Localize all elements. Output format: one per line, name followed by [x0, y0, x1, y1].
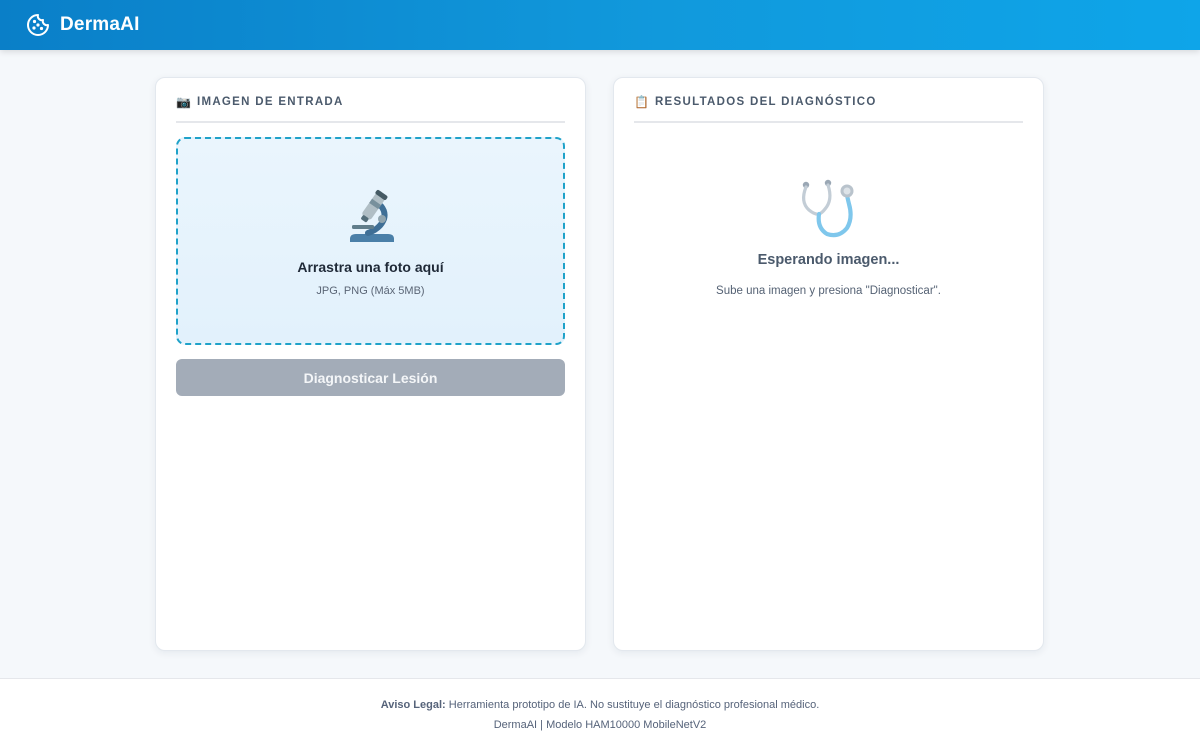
results-panel: 📋 RESULTADOS DEL DIAGNÓSTICO Esperando i…: [613, 77, 1044, 651]
input-panel: 📷 IMAGEN DE ENTRADA Arrastra una foto aq…: [155, 77, 586, 651]
footer: Aviso Legal: Herramienta prototipo de IA…: [0, 678, 1200, 750]
microscope-icon: [349, 189, 394, 242]
footer-disclaimer: Aviso Legal: Herramienta prototipo de IA…: [0, 699, 1200, 711]
disclaimer-text: Herramienta prototipo de IA. No sustituy…: [445, 699, 820, 711]
navbar: DermaAI: [0, 0, 1200, 50]
results-panel-header: 📋 RESULTADOS DEL DIAGNÓSTICO: [634, 78, 1023, 123]
results-empty-state: Esperando imagen... Sube una imagen y pr…: [634, 123, 1023, 297]
brand-name: DermaAI: [60, 14, 140, 35]
dropzone-title: Arrastra una foto aquí: [297, 259, 444, 275]
cookie-icon: [27, 14, 49, 36]
empty-state-subtitle: Sube una imagen y presiona "Diagnosticar…: [716, 285, 941, 297]
disclaimer-label: Aviso Legal:: [380, 699, 446, 711]
stethoscope-icon: [801, 179, 853, 238]
input-panel-header: 📷 IMAGEN DE ENTRADA: [176, 78, 565, 123]
clipboard-icon: 📋: [634, 94, 649, 109]
camera-icon: 📷: [176, 94, 191, 109]
empty-state-title: Esperando imagen...: [757, 252, 900, 268]
image-dropzone[interactable]: Arrastra una foto aquí JPG, PNG (Máx 5MB…: [176, 137, 565, 345]
input-panel-title: IMAGEN DE ENTRADA: [196, 95, 344, 108]
footer-credits: DermaAI | Modelo HAM10000 MobileNetV2: [493, 719, 707, 731]
dropzone-subtitle: JPG, PNG (Máx 5MB): [316, 285, 425, 297]
diagnose-button[interactable]: Diagnosticar Lesión: [176, 359, 565, 396]
brand-link[interactable]: DermaAI: [26, 13, 140, 37]
results-panel-title: RESULTADOS DEL DIAGNÓSTICO: [654, 95, 877, 108]
